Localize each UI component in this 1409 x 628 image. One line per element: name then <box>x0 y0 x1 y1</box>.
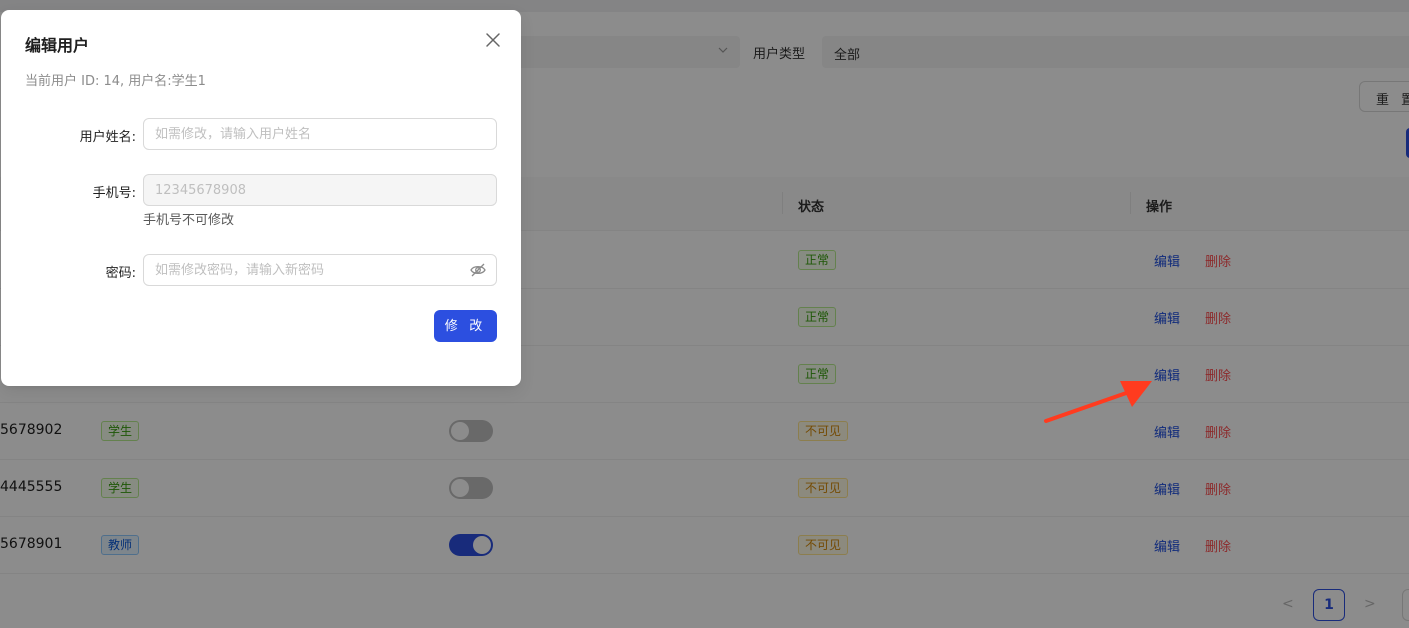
modal-title: 编辑用户 <box>25 36 90 55</box>
close-icon[interactable] <box>482 29 504 51</box>
modal-subtitle: 当前用户 ID: 14, 用户名:学生1 <box>25 74 206 89</box>
password-input[interactable] <box>143 254 497 286</box>
edit-user-modal: 编辑用户 当前用户 ID: 14, 用户名:学生1 用户姓名: 手机号: 手机号… <box>1 10 521 386</box>
name-input[interactable] <box>143 118 497 150</box>
phone-input <box>143 174 497 206</box>
phone-help-text: 手机号不可修改 <box>143 213 235 228</box>
annotation-arrow <box>1044 381 1152 423</box>
name-label: 用户姓名: <box>79 130 136 145</box>
password-label: 密码: <box>105 266 136 281</box>
submit-button[interactable]: 修 改 <box>434 310 497 342</box>
eye-off-icon[interactable] <box>469 261 487 279</box>
phone-label: 手机号: <box>92 186 136 201</box>
